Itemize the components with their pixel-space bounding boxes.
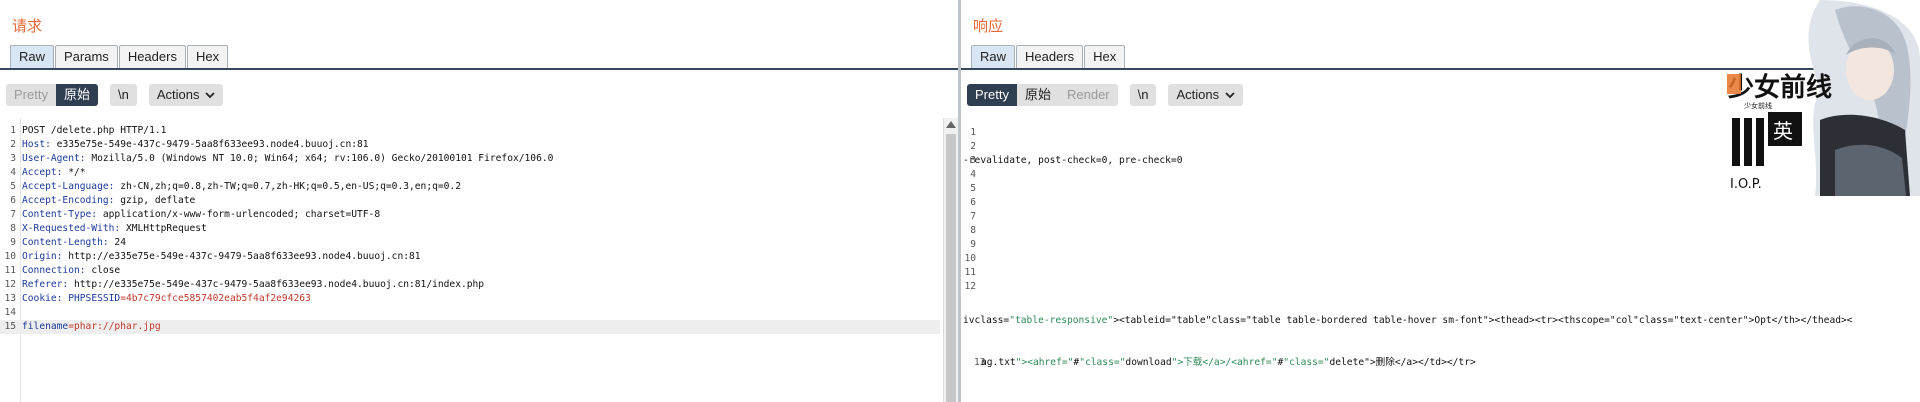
request-line: 4 Accept: */*	[0, 166, 940, 180]
newline-toggle-button[interactable]: \n	[109, 84, 137, 106]
logo-subtext: 少女前线	[1744, 101, 1772, 110]
request-line: 6 Accept-Encoding: gzip, deflate	[0, 194, 940, 208]
request-tabs: Raw Params Headers Hex	[10, 45, 229, 68]
response-title: 响应	[973, 17, 1004, 35]
response-pane: 响应 Raw Headers Hex Pretty 原始 Render \n A…	[961, 0, 1920, 402]
line-number: 14	[4, 307, 16, 318]
line-text: Content-Type: application/x-www-form-url…	[22, 209, 381, 220]
tab-headers[interactable]: Headers	[1016, 45, 1084, 68]
request-line: 3 User-Agent: Mozilla/5.0 (Windows NT 10.…	[0, 152, 940, 166]
actions-label: Actions	[156, 87, 200, 102]
request-title: 请求	[12, 17, 43, 35]
line-text: Host: e335e75e-549e-437c-9479-5aa8f633ee…	[22, 139, 369, 150]
iop-text: I.O.P.	[1730, 177, 1762, 192]
line-text: Origin: http://e335e75e-549e-437c-9479-5…	[22, 251, 421, 262]
line-number: 4	[10, 167, 16, 178]
line-text: POST /delete.php HTTP/1.1	[22, 125, 167, 136]
badge-glyph: 英	[1773, 119, 1793, 143]
line-text: Accept-Language: zh-CN,zh;q=0.8,zh-TW;q=…	[22, 181, 461, 192]
request-editor[interactable]: 1 POST /delete.php HTTP/1.1 2 Host: e335e75…	[0, 118, 958, 402]
request-pane: 请求 Raw Params Headers Hex Pretty 原始 \n A…	[0, 0, 958, 402]
line-number: 10	[4, 251, 16, 262]
request-line: 14	[0, 306, 940, 320]
pretty-button[interactable]: Pretty	[967, 84, 1017, 106]
girls-frontline-overlay-image: 少女前线 少女前线 英 I.O.P.	[1725, 0, 1920, 196]
newline-toggle-button[interactable]: \n	[1129, 84, 1157, 106]
request-line: 7 Content-Type: application/x-www-form-ur…	[0, 208, 940, 222]
chevron-down-icon	[1225, 91, 1235, 98]
line-number: 8	[10, 223, 16, 234]
line-text: User-Agent: Mozilla/5.0 (Windows NT 10.0…	[22, 153, 554, 164]
line-number: 13	[4, 293, 16, 304]
view-mode-toggle: Pretty 原始	[6, 84, 98, 106]
request-line: 8 X-Requested-With: XMLHttpRequest	[0, 222, 940, 236]
line-text: Connection: close	[22, 265, 121, 276]
line-number: 3	[10, 153, 16, 164]
request-toolbar: Pretty 原始 \n Actions	[6, 84, 235, 106]
line-text: Accept: */*	[22, 167, 86, 178]
line-number: 9	[10, 237, 16, 248]
logo-text: 少女前线	[1727, 72, 1832, 103]
line-number: 2	[10, 139, 16, 150]
actions-label: Actions	[1176, 87, 1220, 102]
line-number: 7	[10, 209, 16, 220]
line-number: 11	[4, 265, 16, 276]
line-13-text: ag.txt"><ahref="#"class="download">下载</a…	[981, 357, 1476, 368]
actions-button[interactable]: Actions	[1168, 84, 1244, 106]
line-text: Referer: http://e335e75e-549e-437c-9479-…	[22, 279, 485, 290]
scrollbar-thumb[interactable]	[946, 134, 956, 402]
request-scrollbar[interactable]	[943, 118, 958, 402]
pretty-button[interactable]: Pretty	[6, 84, 56, 106]
html-line-text: ivclass="table-responsive"><tableid="tab…	[963, 315, 1853, 326]
line-text: Accept-Encoding: gzip, deflate	[22, 195, 196, 206]
request-line: 13 Cookie: PHPSESSID=4b7c79cfce5857402eab…	[0, 292, 940, 306]
tab-headers[interactable]: Headers	[118, 45, 186, 68]
response-tabs: Raw Headers Hex	[971, 45, 1126, 68]
chevron-down-icon	[205, 91, 216, 98]
request-line: 2 Host: e335e75e-549e-437c-9479-5aa8f633e…	[0, 138, 940, 152]
actions-button[interactable]: Actions	[148, 84, 224, 106]
request-line: 15 filename=phar://phar.jpg	[0, 320, 940, 334]
request-line: 9 Content-Length: 24	[0, 236, 940, 250]
line-text: Cookie: PHPSESSID=4b7c79cfce5857402eab5f…	[22, 293, 311, 304]
line-text: Content-Length: 24	[22, 237, 126, 248]
response-toolbar: Pretty 原始 Render \n Actions	[967, 84, 1255, 106]
line-number: 1	[10, 125, 16, 136]
line-number: 15	[4, 321, 16, 332]
raw-button[interactable]: 原始	[55, 84, 98, 106]
line-number: 12	[4, 279, 16, 290]
request-line: 1 POST /delete.php HTTP/1.1	[0, 124, 940, 138]
render-button[interactable]: Render	[1058, 84, 1118, 106]
line-text: X-Requested-With: XMLHttpRequest	[22, 223, 207, 234]
tab-params[interactable]: Params	[55, 45, 118, 68]
scroll-up-icon[interactable]	[946, 121, 956, 128]
request-line: 11 Connection: close	[0, 264, 940, 278]
raw-button[interactable]: 原始	[1016, 84, 1059, 106]
tab-underline	[0, 68, 958, 70]
request-line: 10 Origin: http://e335e75e-549e-437c-9479…	[0, 250, 940, 264]
line-number: 6	[10, 195, 16, 206]
line-text: filename=phar://phar.jpg	[22, 321, 161, 332]
request-line: 12 Referer: http://e335e75e-549e-437c-947…	[0, 278, 940, 292]
tab-raw[interactable]: Raw	[971, 45, 1016, 68]
view-mode-toggle: Pretty 原始 Render	[967, 84, 1118, 106]
tab-raw[interactable]: Raw	[10, 45, 55, 68]
tab-hex[interactable]: Hex	[1084, 45, 1126, 68]
tab-hex[interactable]: Hex	[186, 45, 229, 68]
line-number: 5	[10, 181, 16, 192]
request-line: 5 Accept-Language: zh-CN,zh;q=0.8,zh-TW;q…	[0, 180, 940, 194]
